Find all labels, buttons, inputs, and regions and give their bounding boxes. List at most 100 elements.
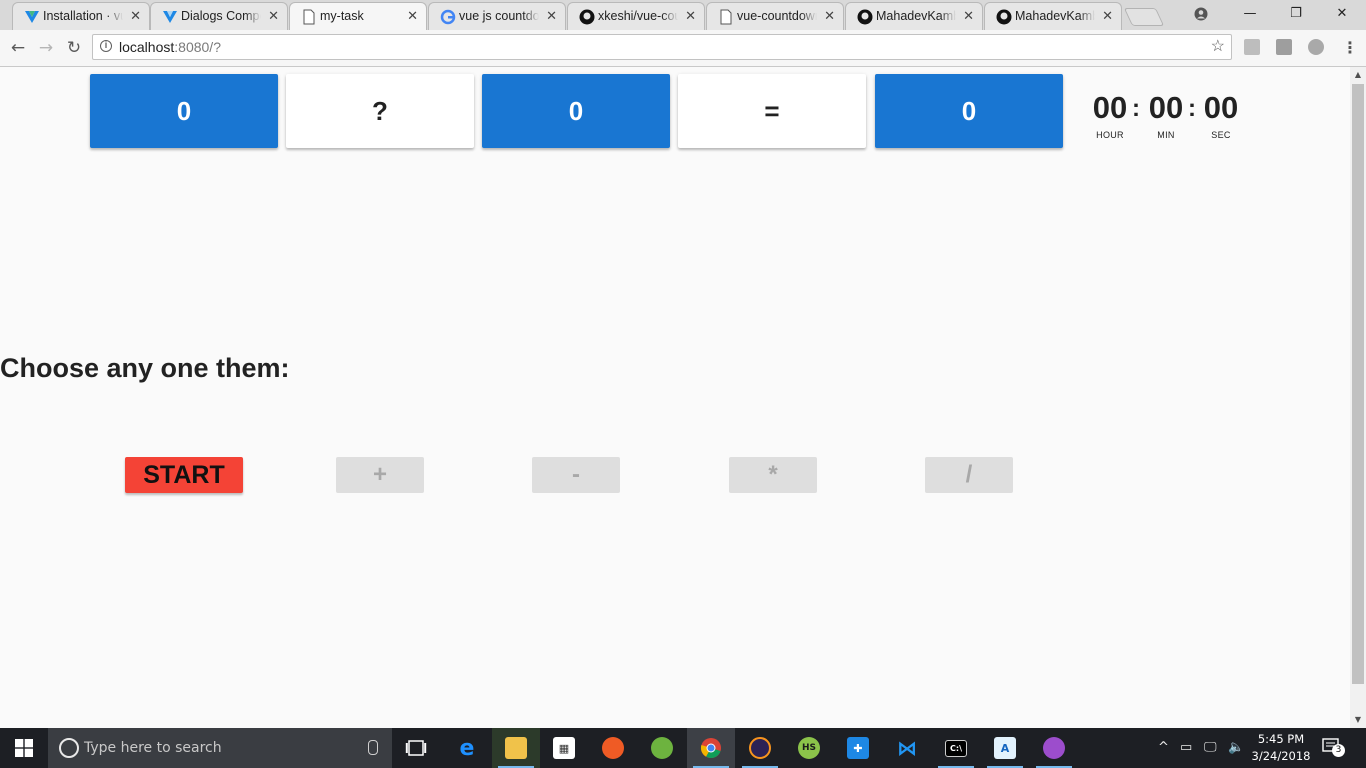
github-icon [579,9,595,25]
tab-title: xkeshi/vue-countdown [598,9,678,23]
edge-icon[interactable]: e [443,728,491,768]
url-text: localhost:8080/? [119,39,221,55]
minus-button[interactable]: - [532,457,620,493]
restore-icon[interactable]: ❐ [1273,0,1319,28]
tab-github-mahadev-1[interactable]: MahadevKamble ✕ [845,2,983,30]
volume-icon[interactable]: 🔈 [1228,728,1244,768]
countdown-timer: 00 HOUR : 00 MIN : 00 SEC [1088,91,1248,151]
windows-start-button[interactable] [0,728,48,768]
extension-icon[interactable] [1308,39,1324,55]
close-icon[interactable]: ✕ [963,3,974,29]
close-icon[interactable]: ✕ [268,3,279,29]
equals-card: = [678,74,866,148]
first-number-card: 0 [90,74,278,148]
eclipse-icon[interactable] [736,728,784,768]
tab-github-mahadev-2[interactable]: MahadevKamble ✕ [984,2,1122,30]
cortana-icon [59,738,79,758]
tab-vue-countdown[interactable]: vue-countdown ✕ [706,2,844,30]
scroll-up-arrow-icon[interactable]: ▲ [1350,67,1366,83]
close-icon[interactable]: ✕ [407,3,418,29]
tab-google-search[interactable]: vue js countdown ✕ [428,2,566,30]
hotspot-shield-icon[interactable]: HS [785,728,833,768]
browser-toolbar: ← → ↻ i localhost:8080/? ☆ ⋮ [0,30,1366,67]
close-icon[interactable]: ✕ [130,3,141,29]
task-view-icon[interactable] [392,728,440,768]
spring-tool-icon[interactable] [638,728,686,768]
google-icon [440,9,456,25]
close-icon[interactable]: ✕ [824,3,835,29]
tab-my-task[interactable]: my-task ✕ [289,2,427,30]
address-bar[interactable]: i localhost:8080/? ☆ [92,34,1232,60]
minutes-label: MIN [1157,130,1175,140]
browser-tab-strip: Installation · vuetify ✕ Dialogs Compone… [0,0,1366,30]
divide-button[interactable]: / [925,457,1013,493]
store-icon[interactable]: ▦ [540,728,588,768]
tab-github-vue-countdown[interactable]: xkeshi/vue-countdown ✕ [567,2,705,30]
timer-seconds: 00 SEC [1199,91,1243,141]
operator-card: ? [286,74,474,148]
command-prompt-icon[interactable]: C:\ [932,728,980,768]
show-hidden-icons-chevron-icon[interactable]: ^ [1158,728,1169,768]
text-editor-icon[interactable]: A [981,728,1029,768]
tab-title: my-task [320,9,364,23]
window-close-icon[interactable]: ✕ [1319,0,1365,28]
github-icon [857,9,873,25]
multiply-button[interactable]: * [729,457,817,493]
github-desktop-icon[interactable] [1030,728,1078,768]
page-scrollbar[interactable]: ▲ ▼ [1350,67,1366,728]
vuetify-logo-icon [163,11,177,23]
new-tab-button[interactable] [1123,8,1165,26]
postman-icon[interactable] [589,728,637,768]
page-viewport: 0 ? 0 = 0 00 HOUR : 00 MIN : 00 SEC Choo… [0,67,1350,728]
tab-title: MahadevKamble [876,9,956,23]
result-card: 0 [875,74,1063,148]
minimize-icon[interactable]: — [1227,0,1273,28]
vscode-icon[interactable]: ⋈ [883,728,931,768]
action-center-icon[interactable]: 3 [1322,738,1345,757]
second-number-card: 0 [482,74,670,148]
tab-title: MahadevKamble [1015,9,1095,23]
info-icon[interactable]: i [100,40,112,52]
page-icon [303,9,315,25]
tab-title: vue js countdown [459,9,539,23]
minutes-value: 00 [1148,90,1184,125]
tab-title: vue-countdown [737,9,817,23]
github-icon [996,9,1012,25]
chrome-icon[interactable] [687,728,735,768]
file-explorer-icon[interactable] [492,728,540,768]
clock-date: 3/24/2018 [1251,749,1311,763]
profile-icon[interactable] [1178,0,1224,28]
tab-dialogs[interactable]: Dialogs Component ✕ [150,2,288,30]
close-icon[interactable]: ✕ [546,3,557,29]
tab-installation[interactable]: Installation · vuetify ✕ [12,2,150,30]
microphone-icon[interactable] [368,740,378,755]
scroll-down-arrow-icon[interactable]: ▼ [1350,712,1366,728]
timer-separator: : [1188,95,1196,122]
network-icon[interactable]: 🖵 [1204,728,1217,768]
forward-arrow-icon[interactable]: → [34,36,58,60]
taskbar-clock[interactable]: 5:45 PM 3/24/2018 [1246,731,1316,765]
extension-icon[interactable] [1276,39,1292,55]
bookmark-star-icon[interactable]: ☆ [1211,35,1225,59]
start-button[interactable]: START [125,457,243,493]
battery-icon[interactable]: ▭ [1180,728,1192,768]
clock-time: 5:45 PM [1257,732,1305,746]
vuetify-logo-icon [25,11,39,23]
search-placeholder: Type here to search [84,740,222,756]
close-icon[interactable]: ✕ [685,3,696,29]
hours-label: HOUR [1096,130,1124,140]
scrollbar-thumb[interactable] [1352,84,1364,684]
seconds-label: SEC [1211,130,1231,140]
reload-icon[interactable]: ↻ [62,36,86,60]
timer-separator: : [1132,95,1140,122]
back-arrow-icon[interactable]: ← [6,36,30,60]
plus-button[interactable]: + [336,457,424,493]
hours-value: 00 [1092,90,1128,125]
pdf-extension-icon[interactable] [1244,39,1260,55]
close-icon[interactable]: ✕ [1102,3,1113,29]
taskbar-search-box[interactable]: Type here to search [48,728,392,768]
timer-hours: 00 HOUR [1088,91,1132,141]
seconds-value: 00 [1203,90,1239,125]
chrome-menu-icon[interactable]: ⋮ [1342,38,1358,57]
windows-defender-icon[interactable]: ✚ [834,728,882,768]
